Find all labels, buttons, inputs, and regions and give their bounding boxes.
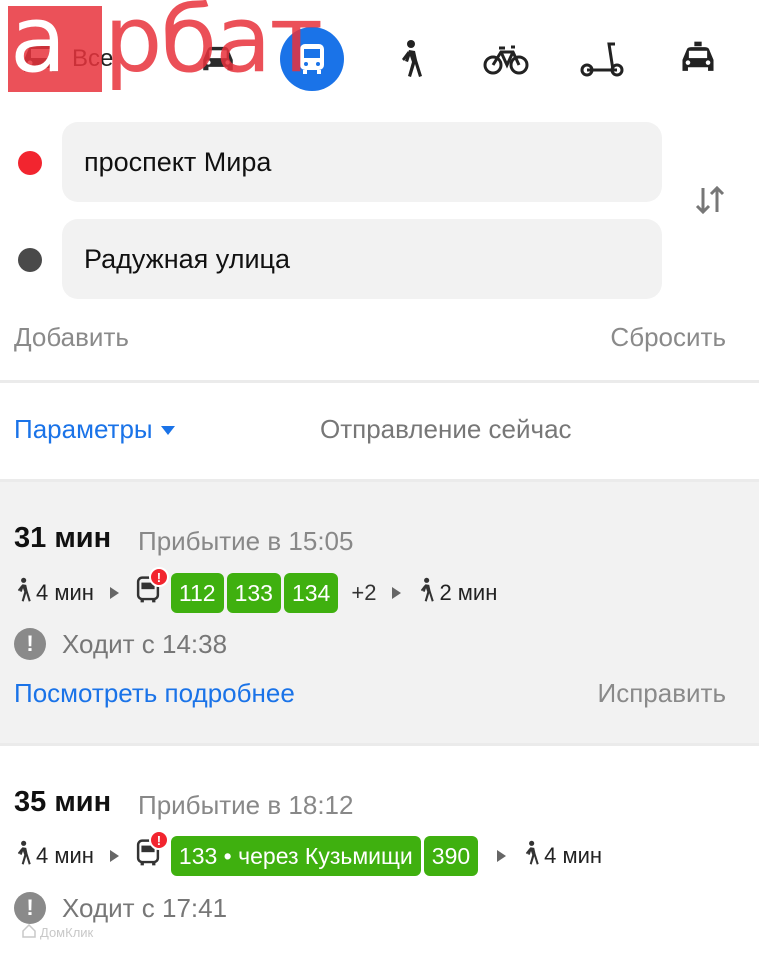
triangle-right-icon <box>109 850 119 862</box>
bicycle-icon <box>483 42 529 76</box>
pedestrian-icon <box>14 840 32 872</box>
route-badge: 112 <box>170 573 224 613</box>
mode-all-button[interactable]: Все <box>18 28 138 90</box>
divider <box>0 380 759 383</box>
caret-down-icon <box>160 426 175 435</box>
schedule-text: Ходит с 14:38 <box>62 628 228 659</box>
route-duration: 35 мин <box>14 786 112 818</box>
add-point-button[interactable]: Добавить <box>14 322 129 353</box>
house-icon <box>22 923 36 941</box>
start-point-field[interactable]: проспект Мира <box>62 122 662 202</box>
reset-button[interactable]: Сбросить <box>610 322 726 353</box>
walk-leg: 4 мин <box>522 840 602 872</box>
end-point-marker <box>18 248 42 272</box>
mode-bike-button[interactable] <box>474 28 538 90</box>
swap-points-button[interactable] <box>688 180 732 224</box>
parameters-label: Параметры <box>14 414 153 444</box>
route-schedule: ! Ходит с 17:41 <box>14 892 227 924</box>
route-badge: 390 <box>423 836 479 876</box>
exclamation-icon: ! <box>14 892 46 924</box>
walk-leg: 2 мин <box>417 577 497 609</box>
pedestrian-icon <box>396 39 424 79</box>
walk-leg: 4 мин <box>14 577 94 609</box>
car-icon <box>198 42 238 76</box>
bus-leg: ! <box>135 567 169 609</box>
mode-car-button[interactable] <box>186 28 250 90</box>
walk-duration: 2 мин <box>439 580 498 605</box>
route-arrival-time: Прибытие в 15:05 <box>138 526 354 556</box>
walk-duration: 4 мин <box>36 843 94 868</box>
route-legs: 4 мин ! 133 • через Кузьмищи 390 4 мин <box>14 830 602 877</box>
route-option-card[interactable]: 35 мин Прибытие в 18:12 4 мин ! 133 • че… <box>0 746 759 960</box>
route-badge: 133 • через Кузьмищи <box>170 836 421 876</box>
route-option-card[interactable]: 31 мин Прибытие в 15:05 4 мин ! 112 133 … <box>0 482 759 744</box>
route-badge: 134 <box>283 573 339 613</box>
route-schedule: ! Ходит с 14:38 <box>14 628 227 660</box>
mode-walk-button[interactable] <box>378 28 442 90</box>
watermark-domklik: ДомКлик <box>22 923 94 941</box>
route-badge: 133 <box>226 573 281 613</box>
alert-icon: ! <box>148 830 169 850</box>
pedestrian-icon <box>417 577 435 609</box>
transport-mode-bar: Все <box>0 27 759 94</box>
end-point-field[interactable]: Радужная улица <box>62 219 662 299</box>
triangle-right-icon <box>392 587 402 599</box>
mode-transit-button[interactable] <box>280 27 344 91</box>
start-point-marker <box>18 151 42 175</box>
more-routes-count: +2 <box>351 580 377 605</box>
alert-icon: ! <box>148 567 169 587</box>
mode-all-label: Все <box>72 45 114 72</box>
car-icon <box>18 40 64 78</box>
parameters-dropdown[interactable]: Параметры <box>14 414 175 445</box>
departure-time-selector[interactable]: Отправление сейчас <box>320 414 572 445</box>
schedule-text: Ходит с 17:41 <box>62 892 228 923</box>
report-error-button[interactable]: Исправить <box>598 678 726 709</box>
mode-taxi-button[interactable] <box>666 28 730 90</box>
scooter-icon <box>579 40 625 78</box>
triangle-right-icon <box>497 850 507 862</box>
mode-scooter-button[interactable] <box>570 28 634 90</box>
triangle-right-icon <box>109 587 119 599</box>
route-legs: 4 мин ! 112 133 134 +2 2 мин <box>14 567 497 614</box>
pedestrian-icon <box>522 840 540 872</box>
taxi-icon <box>677 41 719 77</box>
walk-duration: 4 мин <box>36 580 94 605</box>
pedestrian-icon <box>14 577 32 609</box>
route-arrival-time: Прибытие в 18:12 <box>138 790 354 820</box>
walk-leg: 4 мин <box>14 840 94 872</box>
bus-leg: ! <box>135 830 169 872</box>
mode-transit-selected <box>280 27 344 91</box>
bus-icon <box>297 42 327 76</box>
route-details-link[interactable]: Посмотреть подробнее <box>14 678 295 709</box>
walk-duration: 4 мин <box>544 843 603 868</box>
exclamation-icon: ! <box>14 628 46 660</box>
route-duration: 31 мин <box>14 522 112 554</box>
watermark-domklik-text: ДомКлик <box>40 925 94 940</box>
swap-arrows-icon <box>693 184 727 221</box>
